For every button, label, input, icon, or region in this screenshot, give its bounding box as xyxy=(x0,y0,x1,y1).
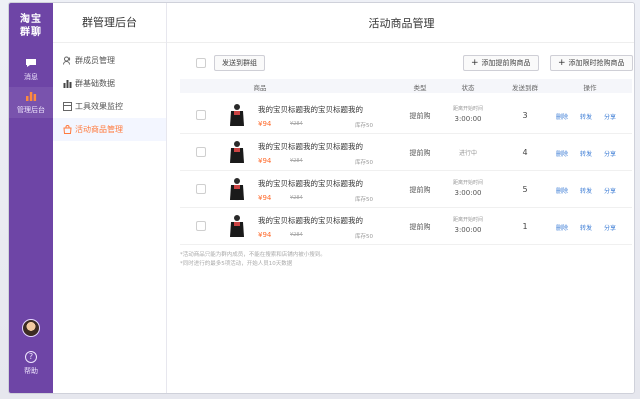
sent-count: 1 xyxy=(522,222,528,231)
page-title: 活动商品管理 xyxy=(167,3,634,43)
bag-icon xyxy=(63,125,72,134)
status-caption: 距离开始时间 xyxy=(452,217,483,223)
forward-link[interactable]: 转发 xyxy=(580,112,592,121)
bar-chart-icon xyxy=(26,92,37,101)
row-checkbox[interactable] xyxy=(196,147,206,157)
product-thumbnail[interactable] xyxy=(225,138,249,166)
nav-admin[interactable]: 管理后台 xyxy=(9,87,53,118)
toolbar: 发送到群组 + 添加提前购商品 + 添加限时抢购商品 xyxy=(180,55,633,73)
product-title[interactable]: 我的宝贝标题我的宝贝标题我的 xyxy=(258,215,388,226)
product-title[interactable]: 我的宝贝标题我的宝贝标题我的 xyxy=(258,178,388,189)
status-countdown: 3:00:00 xyxy=(454,226,482,234)
product-title[interactable]: 我的宝贝标题我的宝贝标题我的 xyxy=(258,104,388,115)
add-flash-sale-button[interactable]: + 添加限时抢购商品 xyxy=(550,55,633,71)
nav-messages[interactable]: 消息 xyxy=(9,57,53,82)
product-type: 提前购 xyxy=(409,112,431,120)
share-link[interactable]: 分享 xyxy=(604,223,616,232)
sidebar-item-stats[interactable]: 群基础数据 xyxy=(53,72,166,95)
status-countdown: 3:00:00 xyxy=(454,189,482,197)
app-window: 淘宝 群聊 消息 管理后台 ? 帮助 群管理后台 群成员管理 群基础数据 工具效… xyxy=(8,2,635,394)
plus-icon: + xyxy=(558,58,566,68)
admin-sidebar: 群管理后台 群成员管理 群基础数据 工具效果监控 活动商品管理 xyxy=(53,3,167,393)
product-original-price: ¥284 xyxy=(290,158,303,164)
monitor-icon xyxy=(63,102,72,111)
row-checkbox[interactable] xyxy=(196,110,206,120)
select-all-checkbox[interactable] xyxy=(196,58,206,68)
stats-icon xyxy=(63,80,72,88)
brand-logo: 淘宝 群聊 xyxy=(20,14,42,38)
members-icon xyxy=(63,56,71,65)
help-icon: ? xyxy=(25,351,37,363)
share-link[interactable]: 分享 xyxy=(604,186,616,195)
sent-count: 4 xyxy=(522,148,528,157)
product-type: 提前购 xyxy=(409,223,431,231)
delete-link[interactable]: 删除 xyxy=(556,149,568,158)
product-price: ¥94 xyxy=(258,120,272,128)
delete-link[interactable]: 删除 xyxy=(556,112,568,121)
add-presale-button[interactable]: + 添加提前购商品 xyxy=(463,55,539,71)
main-panel: 活动商品管理 发送到群组 + 添加提前购商品 + 添加限时抢购商品 商品 类型 状态… xyxy=(167,3,634,393)
plus-icon: + xyxy=(471,58,479,68)
status-text: 进行中 xyxy=(458,150,477,157)
sidebar-title: 群管理后台 xyxy=(53,3,166,43)
sent-count: 3 xyxy=(522,111,528,120)
row-checkbox[interactable] xyxy=(196,221,206,231)
desktop-background: 淘宝 群聊 消息 管理后台 ? 帮助 群管理后台 群成员管理 群基础数据 工具效… xyxy=(0,0,640,399)
sidebar-item-members[interactable]: 群成员管理 xyxy=(53,49,166,72)
product-price: ¥94 xyxy=(258,231,272,239)
product-type: 提前购 xyxy=(409,149,431,157)
sidebar-item-activity-products[interactable]: 活动商品管理 xyxy=(53,118,166,141)
product-stock: 库存50 xyxy=(355,123,373,129)
status-caption: 距离开始时间 xyxy=(452,180,483,186)
forward-link[interactable]: 转发 xyxy=(580,149,592,158)
product-original-price: ¥284 xyxy=(290,195,303,201)
table-row: 我的宝贝标题我的宝贝标题我的 ¥94 ¥284 库存50 提前购 距离开始时间 … xyxy=(180,97,632,134)
forward-link[interactable]: 转发 xyxy=(580,223,592,232)
product-type: 提前购 xyxy=(409,186,431,194)
table-row: 我的宝贝标题我的宝贝标题我的 ¥94 ¥284 库存50 提前购 距离开始时间 … xyxy=(180,171,632,208)
delete-link[interactable]: 删除 xyxy=(556,186,568,195)
forward-link[interactable]: 转发 xyxy=(580,186,592,195)
product-stock: 库存50 xyxy=(355,234,373,240)
table-header: 商品 类型 状态 发送到群 操作 xyxy=(180,79,632,93)
delete-link[interactable]: 删除 xyxy=(556,223,568,232)
product-thumbnail[interactable] xyxy=(225,212,249,240)
product-stock: 库存50 xyxy=(355,197,373,203)
share-link[interactable]: 分享 xyxy=(604,112,616,121)
product-stock: 库存50 xyxy=(355,160,373,166)
product-original-price: ¥284 xyxy=(290,121,303,127)
product-original-price: ¥284 xyxy=(290,232,303,238)
product-title[interactable]: 我的宝贝标题我的宝贝标题我的 xyxy=(258,141,388,152)
left-nav-bar: 淘宝 群聊 消息 管理后台 ? 帮助 xyxy=(9,3,53,393)
chat-icon xyxy=(26,59,36,67)
row-checkbox[interactable] xyxy=(196,184,206,194)
user-avatar[interactable] xyxy=(22,319,40,337)
table-row: 我的宝贝标题我的宝贝标题我的 ¥94 ¥284 库存50 提前购 进行中 4 删… xyxy=(180,134,632,171)
status-caption: 距离开始时间 xyxy=(452,106,483,112)
product-thumbnail[interactable] xyxy=(225,175,249,203)
sidebar-item-monitor[interactable]: 工具效果监控 xyxy=(53,95,166,118)
product-price: ¥94 xyxy=(258,194,272,202)
footnotes: *活动商品只能为群内成员，不能在搜索和店铺内被小搜到。 *同时进行的最多5项活动… xyxy=(180,252,326,267)
share-link[interactable]: 分享 xyxy=(604,149,616,158)
product-thumbnail[interactable] xyxy=(225,101,249,129)
send-to-group-button[interactable]: 发送到群组 xyxy=(214,55,265,71)
help-button[interactable]: ? 帮助 xyxy=(9,351,53,376)
sent-count: 5 xyxy=(522,185,528,194)
status-countdown: 3:00:00 xyxy=(454,115,482,123)
product-price: ¥94 xyxy=(258,157,272,165)
table-row: 我的宝贝标题我的宝贝标题我的 ¥94 ¥284 库存50 提前购 距离开始时间 … xyxy=(180,208,632,245)
